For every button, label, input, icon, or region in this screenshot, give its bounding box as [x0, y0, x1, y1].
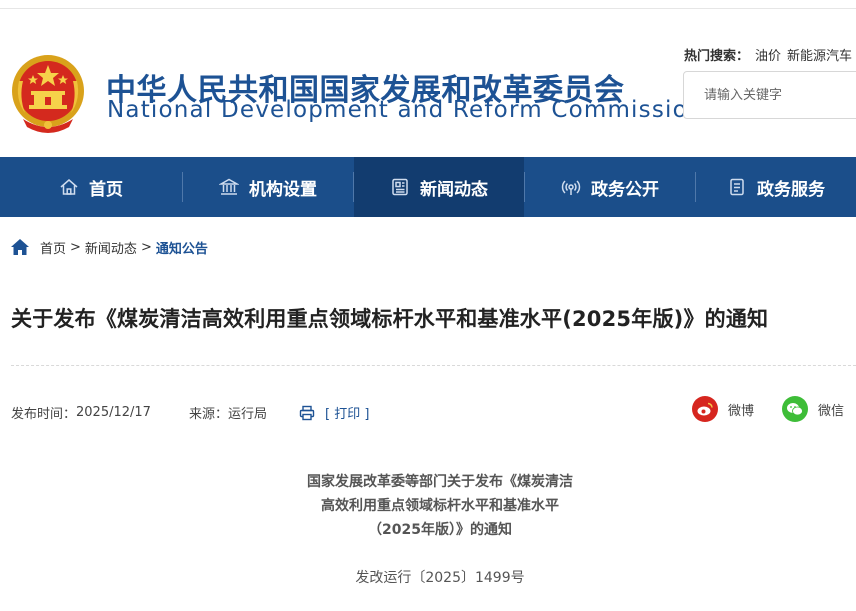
hot-keyword-2[interactable]: 新能源汽车 — [787, 49, 852, 64]
hot-search: 热门搜索： 油价 新能源汽车 — [684, 45, 852, 64]
home-outline-icon — [59, 177, 79, 197]
breadcrumb: 首页 > 新闻动态 > 通知公告 — [10, 236, 208, 258]
nav-item-label: 机构设置 — [249, 179, 317, 200]
weibo-icon — [692, 396, 718, 422]
newspaper-icon — [390, 177, 410, 197]
nav-item-services[interactable]: 政务服务 — [696, 157, 856, 217]
broadcast-icon — [561, 177, 581, 197]
national-emblem-icon[interactable] — [9, 51, 87, 137]
print-button[interactable]: [ 打印 ] — [299, 403, 369, 422]
breadcrumb-news[interactable]: 新闻动态 — [85, 238, 137, 257]
nav-item-organization[interactable]: 机构设置 — [183, 157, 353, 217]
search-input[interactable] — [684, 72, 856, 118]
document-heading-line: 国家发展改革委等部门关于发布《煤炭清洁 — [307, 474, 573, 490]
share-wechat[interactable]: 微信 — [782, 396, 844, 422]
hot-keyword-1[interactable]: 油价 — [755, 49, 781, 64]
site-header: 中华人民共和国国家发展和改革委员会 National Development a… — [0, 9, 856, 157]
share-wechat-label: 微信 — [818, 403, 845, 419]
printer-icon — [299, 405, 315, 420]
hot-search-label: 热门搜索： — [684, 49, 750, 64]
print-label: [ 打印 ] — [324, 407, 370, 422]
publish-date-label: 发布时间： — [11, 407, 77, 422]
source-value: 运行局 — [227, 407, 267, 422]
nav-item-home[interactable]: 首页 — [0, 157, 182, 217]
share-weibo-label: 微博 — [728, 403, 755, 419]
title-divider — [11, 365, 856, 366]
document-icon — [727, 177, 747, 197]
breadcrumb-separator: > — [140, 239, 152, 255]
breadcrumb-home[interactable]: 首页 — [40, 238, 66, 257]
nav-item-label: 首页 — [89, 179, 123, 200]
building-icon — [219, 177, 239, 197]
document-heading-line: 高效利用重点领域标杆水平和基准水平 — [321, 498, 559, 514]
nav-item-label: 政务公开 — [591, 179, 659, 200]
publish-date: 2025/12/17 — [76, 405, 151, 420]
main-nav: 首页 机构设置 新闻动态 政务公开 政务服务 — [0, 157, 856, 217]
nav-item-government-affairs[interactable]: 政务公开 — [525, 157, 695, 217]
document-heading: 国家发展改革委等部门关于发布《煤炭清洁 高效利用重点领域标杆水平和基准水平 （2… — [220, 470, 660, 542]
search-box — [683, 71, 856, 119]
nav-item-label: 新闻动态 — [420, 179, 488, 200]
breadcrumb-current[interactable]: 通知公告 — [156, 238, 208, 257]
home-icon — [11, 239, 29, 255]
source-label: 来源： — [188, 407, 228, 422]
nav-item-label: 政务服务 — [757, 179, 825, 200]
article-title: 关于发布《煤炭清洁高效利用重点领域标杆水平和基准水平(2025年版)》的通知 — [11, 307, 769, 331]
document-heading-line: （2025年版）》的通知 — [368, 522, 512, 538]
share-weibo[interactable]: 微博 — [692, 396, 754, 422]
wechat-icon — [782, 396, 808, 422]
breadcrumb-separator: > — [70, 239, 81, 255]
document-number: 发改运行〔2025〕1499号 — [355, 570, 525, 586]
article-meta: 发布时间： 2025/12/17 来源： 运行局 [ 打印 ] — [11, 403, 369, 422]
site-title-en[interactable]: National Development and Reform Commissi… — [107, 97, 704, 123]
nav-item-news[interactable]: 新闻动态 — [354, 157, 524, 217]
